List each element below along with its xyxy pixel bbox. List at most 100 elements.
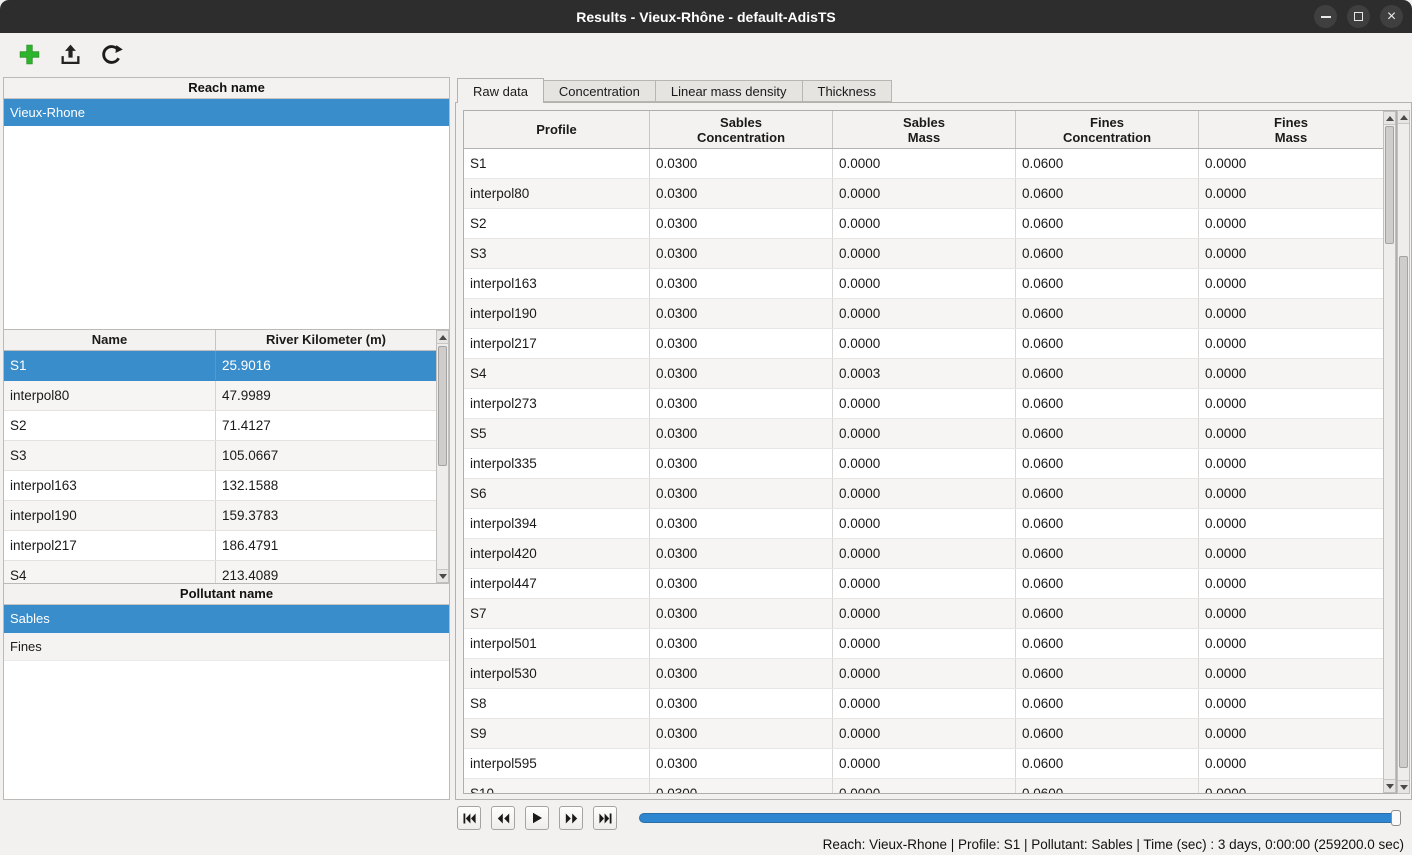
table-row[interactable]: S7 0.0300 0.0000 0.0600 0.0000 xyxy=(464,599,1383,629)
profile-row[interactable]: S3 105.0667 xyxy=(4,441,449,471)
profile-row[interactable]: S2 71.4127 xyxy=(4,411,449,441)
toolbar xyxy=(0,33,1412,76)
add-button[interactable] xyxy=(14,40,44,70)
first-frame-button[interactable] xyxy=(457,806,481,830)
table-row[interactable]: S10 0.0300 0.0000 0.0600 0.0000 xyxy=(464,779,1383,793)
sables-concentration-cell: 0.0300 xyxy=(650,659,833,688)
fines-mass-cell: 0.0000 xyxy=(1199,509,1383,538)
column-header-name[interactable]: Name xyxy=(4,330,216,350)
tab[interactable]: Thickness xyxy=(802,80,893,102)
data-table-body[interactable]: S1 0.0300 0.0000 0.0600 0.0000 interpol8… xyxy=(464,149,1383,793)
scroll-up-button[interactable] xyxy=(1384,112,1395,125)
table-row[interactable]: interpol420 0.0300 0.0000 0.0600 0.0000 xyxy=(464,539,1383,569)
table-row[interactable]: S9 0.0300 0.0000 0.0600 0.0000 xyxy=(464,719,1383,749)
table-row[interactable]: interpol501 0.0300 0.0000 0.0600 0.0000 xyxy=(464,629,1383,659)
table-row[interactable]: S3 0.0300 0.0000 0.0600 0.0000 xyxy=(464,239,1383,269)
arrow-up-icon xyxy=(1400,115,1408,120)
table-row[interactable]: S1 0.0300 0.0000 0.0600 0.0000 xyxy=(464,149,1383,179)
table-row[interactable]: interpol447 0.0300 0.0000 0.0600 0.0000 xyxy=(464,569,1383,599)
scroll-up-button[interactable] xyxy=(1398,111,1409,124)
scroll-down-button[interactable] xyxy=(1384,779,1395,792)
refresh-button[interactable] xyxy=(96,40,126,70)
scroll-up-button[interactable] xyxy=(437,331,448,344)
minimize-button[interactable] xyxy=(1314,5,1337,28)
sables-mass-cell: 0.0000 xyxy=(833,269,1016,298)
last-frame-button[interactable] xyxy=(593,806,617,830)
table-row[interactable]: interpol163 0.0300 0.0000 0.0600 0.0000 xyxy=(464,269,1383,299)
table-row[interactable]: interpol273 0.0300 0.0000 0.0600 0.0000 xyxy=(464,389,1383,419)
tab[interactable]: Raw data xyxy=(457,78,544,103)
table-row[interactable]: interpol530 0.0300 0.0000 0.0600 0.0000 xyxy=(464,659,1383,689)
tab[interactable]: Linear mass density xyxy=(655,80,803,102)
scrollbar-track[interactable] xyxy=(1398,124,1409,780)
column-header[interactable]: Profile xyxy=(464,111,650,148)
fines-concentration-cell: 0.0600 xyxy=(1016,689,1199,718)
table-row[interactable]: S4 0.0300 0.0003 0.0600 0.0000 xyxy=(464,359,1383,389)
sables-mass-cell: 0.0000 xyxy=(833,719,1016,748)
scrollbar-thumb[interactable] xyxy=(438,346,447,466)
table-row[interactable]: interpol80 0.0300 0.0000 0.0600 0.0000 xyxy=(464,179,1383,209)
profile-km-cell: 159.3783 xyxy=(216,501,449,530)
sables-concentration-cell: 0.0300 xyxy=(650,569,833,598)
profiles-table-body[interactable]: S1 25.9016 interpol80 47.9989 S2 71.4127… xyxy=(4,351,449,583)
titlebar[interactable]: Results - Vieux-Rhône - default-AdisTS × xyxy=(0,0,1412,33)
pollutant-list[interactable]: Sables Fines xyxy=(4,605,449,661)
forward-button[interactable] xyxy=(559,806,583,830)
profile-row[interactable]: S4 213.4089 xyxy=(4,561,449,583)
column-header[interactable]: Fines Concentration xyxy=(1016,111,1199,148)
fines-mass-cell: 0.0000 xyxy=(1199,689,1383,718)
profile-name-cell: S1 xyxy=(4,351,216,380)
tab[interactable]: Concentration xyxy=(543,80,656,102)
status-bar: Reach: Vieux-Rhone | Profile: S1 | Pollu… xyxy=(0,833,1412,855)
table-scrollbar[interactable] xyxy=(1383,111,1396,793)
profile-row[interactable]: interpol190 159.3783 xyxy=(4,501,449,531)
time-slider-handle[interactable] xyxy=(1391,810,1401,826)
maximize-button[interactable] xyxy=(1347,5,1370,28)
profile-row[interactable]: interpol80 47.9989 xyxy=(4,381,449,411)
pollutant-item[interactable]: Sables xyxy=(4,605,449,633)
minimize-icon xyxy=(1321,16,1331,18)
column-header-line1: Sables xyxy=(720,115,762,130)
scrollbar-track[interactable] xyxy=(437,344,448,569)
fines-concentration-cell: 0.0600 xyxy=(1016,599,1199,628)
column-header[interactable]: Sables Mass xyxy=(833,111,1016,148)
table-row[interactable]: S6 0.0300 0.0000 0.0600 0.0000 xyxy=(464,479,1383,509)
data-table-header: Profile Sables Concentration Sables Mass xyxy=(464,111,1383,149)
table-row[interactable]: interpol394 0.0300 0.0000 0.0600 0.0000 xyxy=(464,509,1383,539)
profile-row[interactable]: interpol217 186.4791 xyxy=(4,531,449,561)
scrollbar-track[interactable] xyxy=(1384,125,1395,779)
profile-row[interactable]: interpol163 132.1588 xyxy=(4,471,449,501)
table-row[interactable]: interpol335 0.0300 0.0000 0.0600 0.0000 xyxy=(464,449,1383,479)
profile-row[interactable]: S1 25.9016 xyxy=(4,351,449,381)
pane-scrollbar[interactable] xyxy=(1397,110,1410,794)
fines-concentration-cell: 0.0600 xyxy=(1016,209,1199,238)
left-panel: Reach name Vieux-Rhone Name River Kilome… xyxy=(3,77,450,800)
table-row[interactable]: interpol190 0.0300 0.0000 0.0600 0.0000 xyxy=(464,299,1383,329)
column-header-river-kilometer[interactable]: River Kilometer (m) xyxy=(216,330,436,350)
table-row[interactable]: S8 0.0300 0.0000 0.0600 0.0000 xyxy=(464,689,1383,719)
sables-mass-cell: 0.0000 xyxy=(833,569,1016,598)
reach-list[interactable]: Vieux-Rhone xyxy=(4,99,449,126)
play-icon xyxy=(531,812,543,824)
table-row[interactable]: S2 0.0300 0.0000 0.0600 0.0000 xyxy=(464,209,1383,239)
scroll-down-button[interactable] xyxy=(1398,780,1409,793)
table-row[interactable]: interpol595 0.0300 0.0000 0.0600 0.0000 xyxy=(464,749,1383,779)
profiles-scrollbar[interactable] xyxy=(436,330,449,583)
fines-mass-cell: 0.0000 xyxy=(1199,719,1383,748)
play-button[interactable] xyxy=(525,806,549,830)
scrollbar-thumb[interactable] xyxy=(1399,256,1408,768)
export-button[interactable] xyxy=(55,40,85,70)
rewind-button[interactable] xyxy=(491,806,515,830)
table-row[interactable]: S5 0.0300 0.0000 0.0600 0.0000 xyxy=(464,419,1383,449)
profile-km-cell: 25.9016 xyxy=(216,351,449,380)
scrollbar-thumb[interactable] xyxy=(1385,126,1394,244)
close-button[interactable]: × xyxy=(1380,5,1403,28)
scroll-down-button[interactable] xyxy=(437,569,448,582)
time-slider[interactable] xyxy=(639,813,1401,823)
column-header[interactable]: Fines Mass xyxy=(1199,111,1383,148)
column-header-line1: Fines xyxy=(1090,115,1124,130)
pollutant-item[interactable]: Fines xyxy=(4,633,449,661)
column-header[interactable]: Sables Concentration xyxy=(650,111,833,148)
reach-item[interactable]: Vieux-Rhone xyxy=(4,99,449,126)
table-row[interactable]: interpol217 0.0300 0.0000 0.0600 0.0000 xyxy=(464,329,1383,359)
